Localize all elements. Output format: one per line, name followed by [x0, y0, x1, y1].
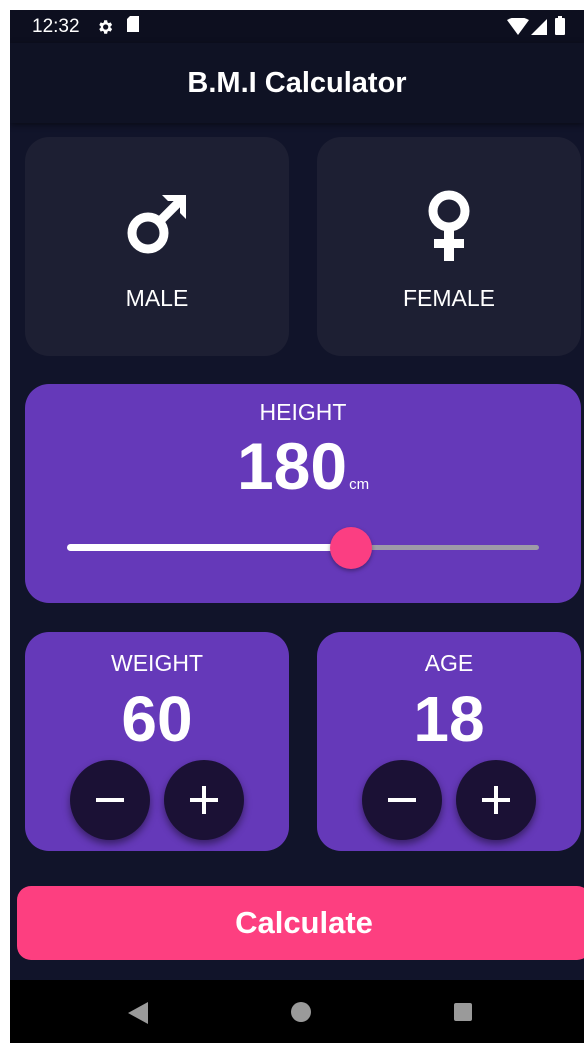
home-icon[interactable] — [291, 1002, 311, 1022]
weight-plus-button[interactable] — [164, 760, 244, 840]
age-value: 18 — [413, 683, 485, 755]
status-bar: 12:32 — [10, 10, 584, 43]
height-label: HEIGHT — [259, 399, 347, 425]
weight-minus-button[interactable] — [70, 760, 150, 840]
female-label: FEMALE — [402, 285, 496, 311]
female-card[interactable]: FEMALE — [317, 137, 581, 356]
weight-card: WEIGHT 60 — [25, 632, 289, 851]
back-icon[interactable] — [128, 1002, 148, 1024]
status-time: 12:32 — [32, 16, 80, 37]
age-label: AGE — [424, 650, 474, 676]
app-title: B.M.I Calculator — [187, 67, 407, 99]
male-label: MALE — [125, 285, 189, 311]
recents-icon[interactable] — [454, 1003, 472, 1021]
male-card[interactable]: MALE — [25, 137, 289, 356]
minus-icon — [96, 798, 124, 802]
height-value-row: 180 cm — [25, 428, 581, 504]
app-bar: B.M.I Calculator — [10, 43, 584, 123]
height-slider-thumb[interactable] — [330, 527, 372, 569]
male-symbol-icon — [127, 195, 186, 254]
sd-card-icon — [127, 16, 139, 32]
age-card: AGE 18 — [317, 632, 581, 851]
height-slider-active-track[interactable] — [67, 544, 353, 551]
navigation-bar — [10, 980, 584, 1043]
height-unit: cm — [349, 476, 370, 493]
female-symbol-icon — [428, 190, 470, 261]
app-screen: 12:32 B.M.I Calculator MALE FEMALE HEIGH… — [10, 10, 584, 1043]
plus-icon — [190, 786, 218, 814]
height-value: 180 — [236, 429, 348, 503]
wifi-icon — [507, 18, 529, 35]
plus-icon — [482, 786, 510, 814]
calculate-label: Calculate — [235, 905, 373, 940]
weight-value: 60 — [121, 683, 193, 755]
minus-icon — [388, 798, 416, 802]
age-minus-button[interactable] — [362, 760, 442, 840]
signal-icon — [531, 19, 547, 35]
weight-label: WEIGHT — [111, 650, 203, 676]
height-slider-inactive-track[interactable] — [353, 545, 539, 550]
height-card: HEIGHT 180 cm — [25, 384, 581, 603]
age-plus-button[interactable] — [456, 760, 536, 840]
battery-icon — [555, 16, 565, 35]
gear-icon — [99, 20, 113, 34]
calculate-button[interactable]: Calculate — [17, 886, 584, 960]
